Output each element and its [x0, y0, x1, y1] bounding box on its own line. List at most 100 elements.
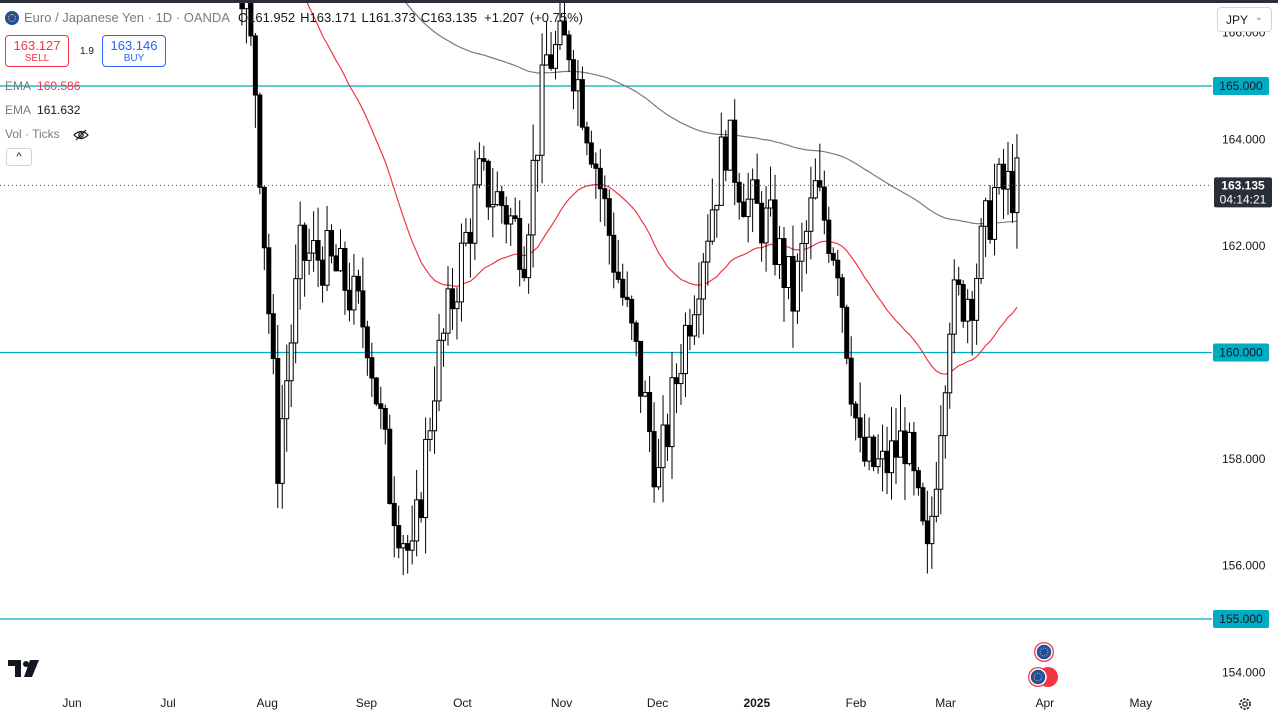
candle — [580, 80, 584, 128]
time-tick-label: Feb — [846, 696, 867, 710]
candle — [836, 260, 840, 278]
eye-crossed-icon[interactable] — [73, 129, 89, 141]
candle — [307, 253, 311, 260]
sell-button[interactable]: 163.127 SELL — [5, 35, 69, 67]
candle — [343, 248, 347, 290]
horizontal-levels[interactable] — [0, 86, 1212, 619]
time-tick-label: Apr — [1035, 696, 1054, 710]
candle — [258, 95, 262, 187]
buy-price: 163.146 — [103, 38, 165, 53]
candle — [504, 206, 508, 224]
sell-price: 163.127 — [6, 38, 68, 53]
candle — [674, 378, 678, 384]
buy-button[interactable]: 163.146 BUY — [102, 35, 166, 67]
eu-flag-event-icon[interactable] — [1028, 667, 1058, 687]
candle — [276, 359, 280, 484]
candle — [845, 307, 849, 358]
gear-icon[interactable] — [1238, 697, 1252, 711]
candle — [710, 210, 714, 241]
candle — [410, 541, 414, 550]
candle — [742, 202, 746, 216]
candles — [34, 3, 1019, 575]
candle — [634, 323, 638, 341]
candle — [952, 280, 956, 334]
symbol-interval[interactable]: 1D — [156, 10, 173, 25]
candle — [607, 199, 611, 236]
candle — [621, 279, 625, 297]
tradingview-logo-icon[interactable] — [8, 660, 40, 677]
high-key: H — [300, 10, 309, 25]
time-tick-label: Oct — [453, 696, 472, 710]
candle — [419, 500, 423, 518]
time-axis[interactable]: JunJulAugSepOctNovDec2025FebMarAprMay — [62, 696, 1152, 710]
candle — [540, 65, 544, 155]
level-labels: 165.000160.000155.000 — [1213, 77, 1269, 628]
candle — [979, 226, 983, 278]
ema-slow-value: 161.632 — [37, 103, 80, 117]
candle — [890, 441, 894, 473]
candle — [289, 343, 293, 381]
candle — [240, 3, 244, 9]
chevron-down-icon: ⌄ — [1255, 12, 1263, 23]
candle — [849, 358, 853, 404]
candle — [930, 516, 934, 543]
bar-countdown-label: 04:14:21 — [1220, 192, 1267, 206]
candle — [657, 468, 661, 487]
ema-fast-label: EMA — [5, 79, 31, 93]
candle — [267, 248, 271, 314]
symbol-exchange: OANDA — [184, 10, 230, 25]
candle — [760, 203, 764, 243]
symbol-name[interactable]: Euro / Japanese Yen — [24, 10, 144, 25]
ema-fast-value: 160.586 — [37, 79, 80, 93]
price-tick-label: 158.000 — [1222, 452, 1266, 466]
candle — [733, 120, 737, 182]
candle — [782, 239, 786, 288]
currency-value: JPY — [1226, 13, 1248, 27]
candle — [885, 451, 889, 472]
candle — [925, 521, 929, 544]
candle — [639, 341, 643, 396]
candle — [786, 257, 790, 288]
candle — [795, 261, 799, 311]
time-tick-label: Jul — [160, 696, 175, 710]
candle — [912, 432, 916, 470]
candle — [442, 333, 446, 340]
ema-slow-legend[interactable]: EMA161.632 — [5, 103, 80, 117]
candle — [397, 526, 401, 548]
candle — [388, 429, 392, 503]
candle — [643, 392, 647, 396]
candle — [468, 232, 472, 243]
collapse-legend-button[interactable]: ^ — [6, 148, 32, 166]
price-chart[interactable]: 154.000156.000158.000160.000162.000164.0… — [0, 3, 1278, 714]
ema-slow-line — [36, 3, 1017, 224]
candle — [316, 241, 320, 261]
volume-legend[interactable]: Vol · Ticks — [5, 127, 89, 141]
candle — [450, 289, 454, 309]
volume-label: Vol · Ticks — [5, 127, 60, 141]
currency-select[interactable]: JPY ⌄ — [1217, 7, 1272, 32]
candle — [253, 36, 257, 95]
event-markers[interactable] — [1028, 642, 1058, 687]
time-tick-label: Aug — [257, 696, 278, 710]
candle — [898, 431, 902, 457]
candle — [433, 401, 437, 431]
candle — [773, 200, 777, 265]
candle — [755, 180, 759, 203]
candle — [872, 437, 876, 466]
candle — [827, 220, 831, 253]
candle — [352, 276, 356, 310]
close-value: 163.135 — [430, 10, 477, 25]
candle — [325, 231, 329, 286]
candle — [630, 299, 634, 323]
candle — [424, 439, 428, 517]
eu-flag-event-icon[interactable] — [1034, 642, 1054, 662]
candle — [988, 201, 992, 240]
ema-fast-legend[interactable]: EMA 160.586 — [5, 79, 80, 93]
candle — [876, 459, 880, 467]
candle — [392, 503, 396, 525]
candle — [822, 187, 826, 220]
candle — [500, 192, 504, 206]
price-axis[interactable]: 154.000156.000158.000160.000162.000164.0… — [1222, 3, 1266, 679]
candle — [303, 225, 307, 260]
candle — [746, 199, 750, 216]
